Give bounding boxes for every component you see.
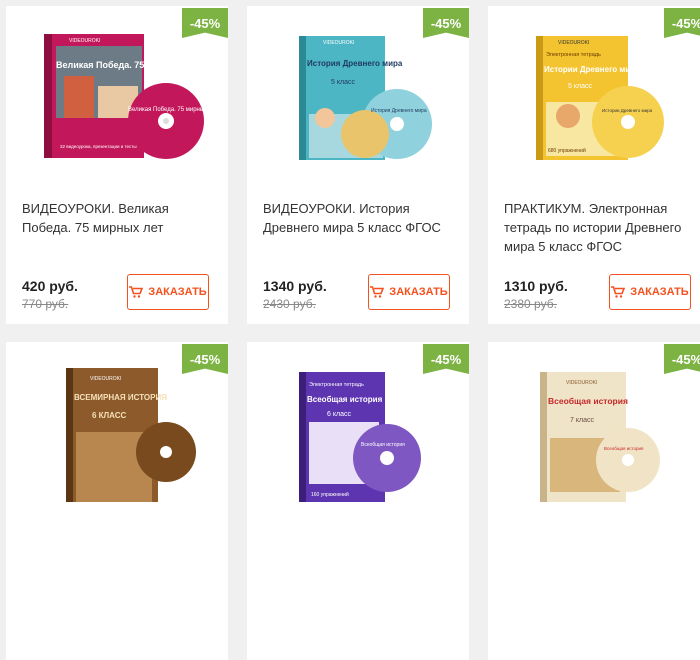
cover-title: Истории Древнего мира [544,65,640,74]
old-price: 770 руб. [22,297,69,311]
product-card[interactable]: VIDEOUROKI Великая Победа. 75 мирных лет… [6,6,228,324]
cover-subtitle: 5 класс [568,83,592,90]
product-title[interactable]: ВИДЕОУРОКИ. История Древнего мира 5 клас… [263,199,459,237]
product-title[interactable]: ПРАКТИКУМ. Электронная тетрадь по истори… [504,199,700,256]
product-card[interactable]: VIDEOUROKI ВСЕМИРНАЯ ИСТОРИЯ 6 КЛАСС -45… [6,342,228,660]
discount-badge: -45% [664,8,700,38]
cover-brand: VIDEOUROKI [90,376,121,382]
cart-icon [370,286,385,298]
cover-brand: VIDEOUROKI [323,40,354,46]
cover-brand: VIDEOUROKI [69,38,100,44]
disc-title: История Древнего мира [371,108,427,114]
order-button[interactable]: ЗАКАЗАТЬ [609,274,691,310]
cover-title: Всеобщая история [548,396,628,406]
cart-icon [129,286,144,298]
cover-title: Великая Победа. 75 мирных лет [56,60,201,70]
product-title[interactable]: ВИДЕОУРОКИ. Великая Победа. 75 мирных ле… [22,199,218,237]
order-button[interactable]: ЗАКАЗАТЬ [368,274,450,310]
old-price: 2430 руб. [263,297,316,311]
product-card[interactable]: VIDEOUROKI Всеобщая история 7 класс Всео… [488,342,700,660]
order-button[interactable]: ЗАКАЗАТЬ [127,274,209,310]
cover-subtitle: 6 КЛАСС [92,411,127,420]
disc-title: Истории Древнего мира [602,108,653,113]
cover-footer: 160 упражнений [311,491,349,498]
cover-top: Электронная тетрадь [309,382,364,388]
cover-subtitle: 6 класс [327,411,351,418]
cover-footer: 32 видеоурока, презентации и тесты [60,144,137,149]
product-price: 1340 руб. [263,278,327,294]
product-card[interactable]: Электронная тетрадь Всеобщая история 6 к… [247,342,469,660]
cover-footer: 680 упражнений [548,147,586,154]
product-price: 1310 руб. [504,278,568,294]
order-button-label: ЗАКАЗАТЬ [389,286,448,298]
cover-title: Всеобщая история [307,395,383,404]
product-price: 420 руб. [22,278,78,294]
disc-title: Всеобщая история [604,446,644,451]
disc-title: Великая Победа. 75 мирных лет [128,107,218,113]
old-price: 2380 руб. [504,297,557,311]
product-card[interactable]: VIDEOUROKI Электронная тетрадь Истории Д… [488,6,700,324]
cart-icon [611,286,626,298]
cover-brand: VIDEOUROKI [558,40,589,46]
order-button-label: ЗАКАЗАТЬ [148,286,207,298]
cover-brand: VIDEOUROKI [566,380,597,386]
product-card[interactable]: VIDEOUROKI История Древнего мира 5 класс… [247,6,469,324]
cover-subtitle: 5 класс [331,79,355,86]
order-button-label: ЗАКАЗАТЬ [630,286,689,298]
cover-subtitle: 7 класс [570,417,594,424]
discount-badge: -45% [664,344,700,374]
disc-title: Всеобщая история [361,442,405,448]
cover-top: Электронная тетрадь [546,52,601,58]
cover-title: ВСЕМИРНАЯ ИСТОРИЯ [74,393,167,402]
cover-title: История Древнего мира [307,59,403,68]
